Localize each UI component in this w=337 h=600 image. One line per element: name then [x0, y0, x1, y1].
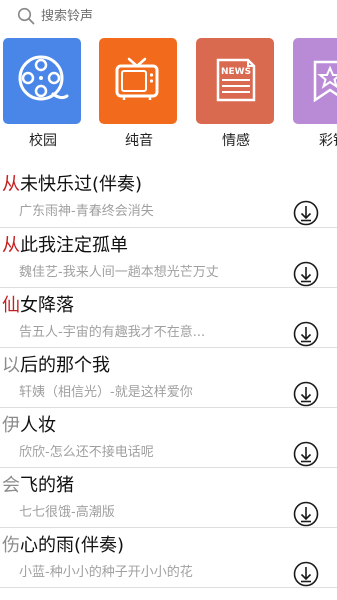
song-subtitle: 广东雨神-青春终会消失 [19, 204, 154, 219]
download-icon[interactable] [293, 441, 319, 467]
song-initial: 会 [2, 475, 20, 496]
song-initial: 从 [2, 235, 20, 256]
song-title: 从此我注定孤单 [2, 234, 128, 258]
download-icon[interactable] [293, 501, 319, 527]
news-icon: NEWS [216, 58, 256, 102]
svg-text:NEWS: NEWS [221, 67, 251, 77]
list-item[interactable]: 以后的那个我 轩姨（相信光）-就是这样爱你 [0, 348, 337, 408]
list-item[interactable]: 会飞的猪 七七很饿-高潮版 [0, 468, 337, 528]
ringtone-list: 从未快乐过(伴奏) 广东雨神-青春终会消失 从此我注定孤单 魏佳艺-我来人间一趟… [0, 167, 337, 588]
song-title: 从未快乐过(伴奏) [2, 173, 142, 197]
category-tile[interactable]: NEWS [196, 38, 274, 124]
search-bar[interactable]: 搜索铃声 [0, 0, 337, 35]
film-reel-icon [18, 55, 69, 101]
song-title: 会飞的猪 [2, 474, 74, 498]
song-title: 仙女降落 [2, 294, 74, 318]
song-subtitle: 七七很饿-高潮版 [19, 505, 115, 520]
song-title-text: 未快乐过(伴奏) [20, 174, 143, 195]
song-title-text: 飞的猪 [20, 475, 74, 496]
category-row[interactable]: 校园 纯音 NEWS 情感 彩 [0, 34, 337, 149]
download-icon[interactable] [293, 200, 319, 226]
download-icon[interactable] [293, 561, 319, 587]
song-subtitle: 轩姨（相信光）-就是这样爱你 [19, 385, 193, 400]
list-item[interactable]: 仙女降落 告五人-宇宙的有趣我才不在意... [0, 288, 337, 348]
category-tile[interactable] [293, 38, 337, 124]
category-pure-music[interactable]: 纯音 [99, 38, 179, 149]
search-input[interactable]: 搜索铃声 [41, 8, 93, 25]
download-icon[interactable] [293, 261, 319, 287]
category-tile[interactable] [3, 38, 81, 124]
song-initial: 伤 [2, 535, 20, 556]
song-subtitle: 告五人-宇宙的有趣我才不在意... [19, 325, 206, 340]
category-label: 彩铃 [319, 133, 337, 149]
song-title: 伤心的雨(伴奏) [2, 534, 124, 558]
list-item[interactable]: 从此我注定孤单 魏佳艺-我来人间一趟本想光芒万丈 [0, 228, 337, 288]
category-label: 情感 [222, 133, 250, 149]
television-icon [115, 57, 159, 100]
song-initial: 仙 [2, 295, 20, 316]
category-emotion[interactable]: NEWS 情感 [196, 38, 276, 149]
song-title-text: 此我注定孤单 [20, 235, 128, 256]
category-color-ring[interactable]: 彩铃 [293, 38, 337, 149]
song-title: 以后的那个我 [2, 354, 110, 378]
song-title-text: 心的雨(伴奏) [20, 535, 125, 556]
song-title: 伊人妆 [2, 414, 56, 438]
song-subtitle: 魏佳艺-我来人间一趟本想光芒万丈 [19, 265, 219, 280]
search-icon [17, 7, 35, 25]
download-icon[interactable] [293, 381, 319, 407]
download-icon[interactable] [293, 321, 319, 347]
category-label: 校园 [29, 133, 57, 149]
song-title-text: 后的那个我 [20, 355, 110, 376]
song-subtitle: 小蓝-种小小的种子开小小的花 [19, 565, 193, 580]
list-item[interactable]: 从未快乐过(伴奏) 广东雨神-青春终会消失 [0, 167, 337, 228]
song-subtitle: 欣欣-怎么还不接电话呢 [19, 445, 154, 460]
song-initial: 伊 [2, 415, 20, 436]
list-item[interactable]: 伤心的雨(伴奏) 小蓝-种小小的种子开小小的花 [0, 528, 337, 588]
song-initial: 从 [2, 174, 20, 195]
star-bookmark-icon [313, 60, 337, 103]
song-title-text: 女降落 [20, 295, 74, 316]
song-title-text: 人妆 [20, 415, 56, 436]
category-label: 纯音 [125, 133, 153, 149]
category-campus[interactable]: 校园 [3, 38, 83, 149]
list-item[interactable]: 伊人妆 欣欣-怎么还不接电话呢 [0, 408, 337, 468]
category-tile[interactable] [99, 38, 177, 124]
song-initial: 以 [2, 355, 20, 376]
